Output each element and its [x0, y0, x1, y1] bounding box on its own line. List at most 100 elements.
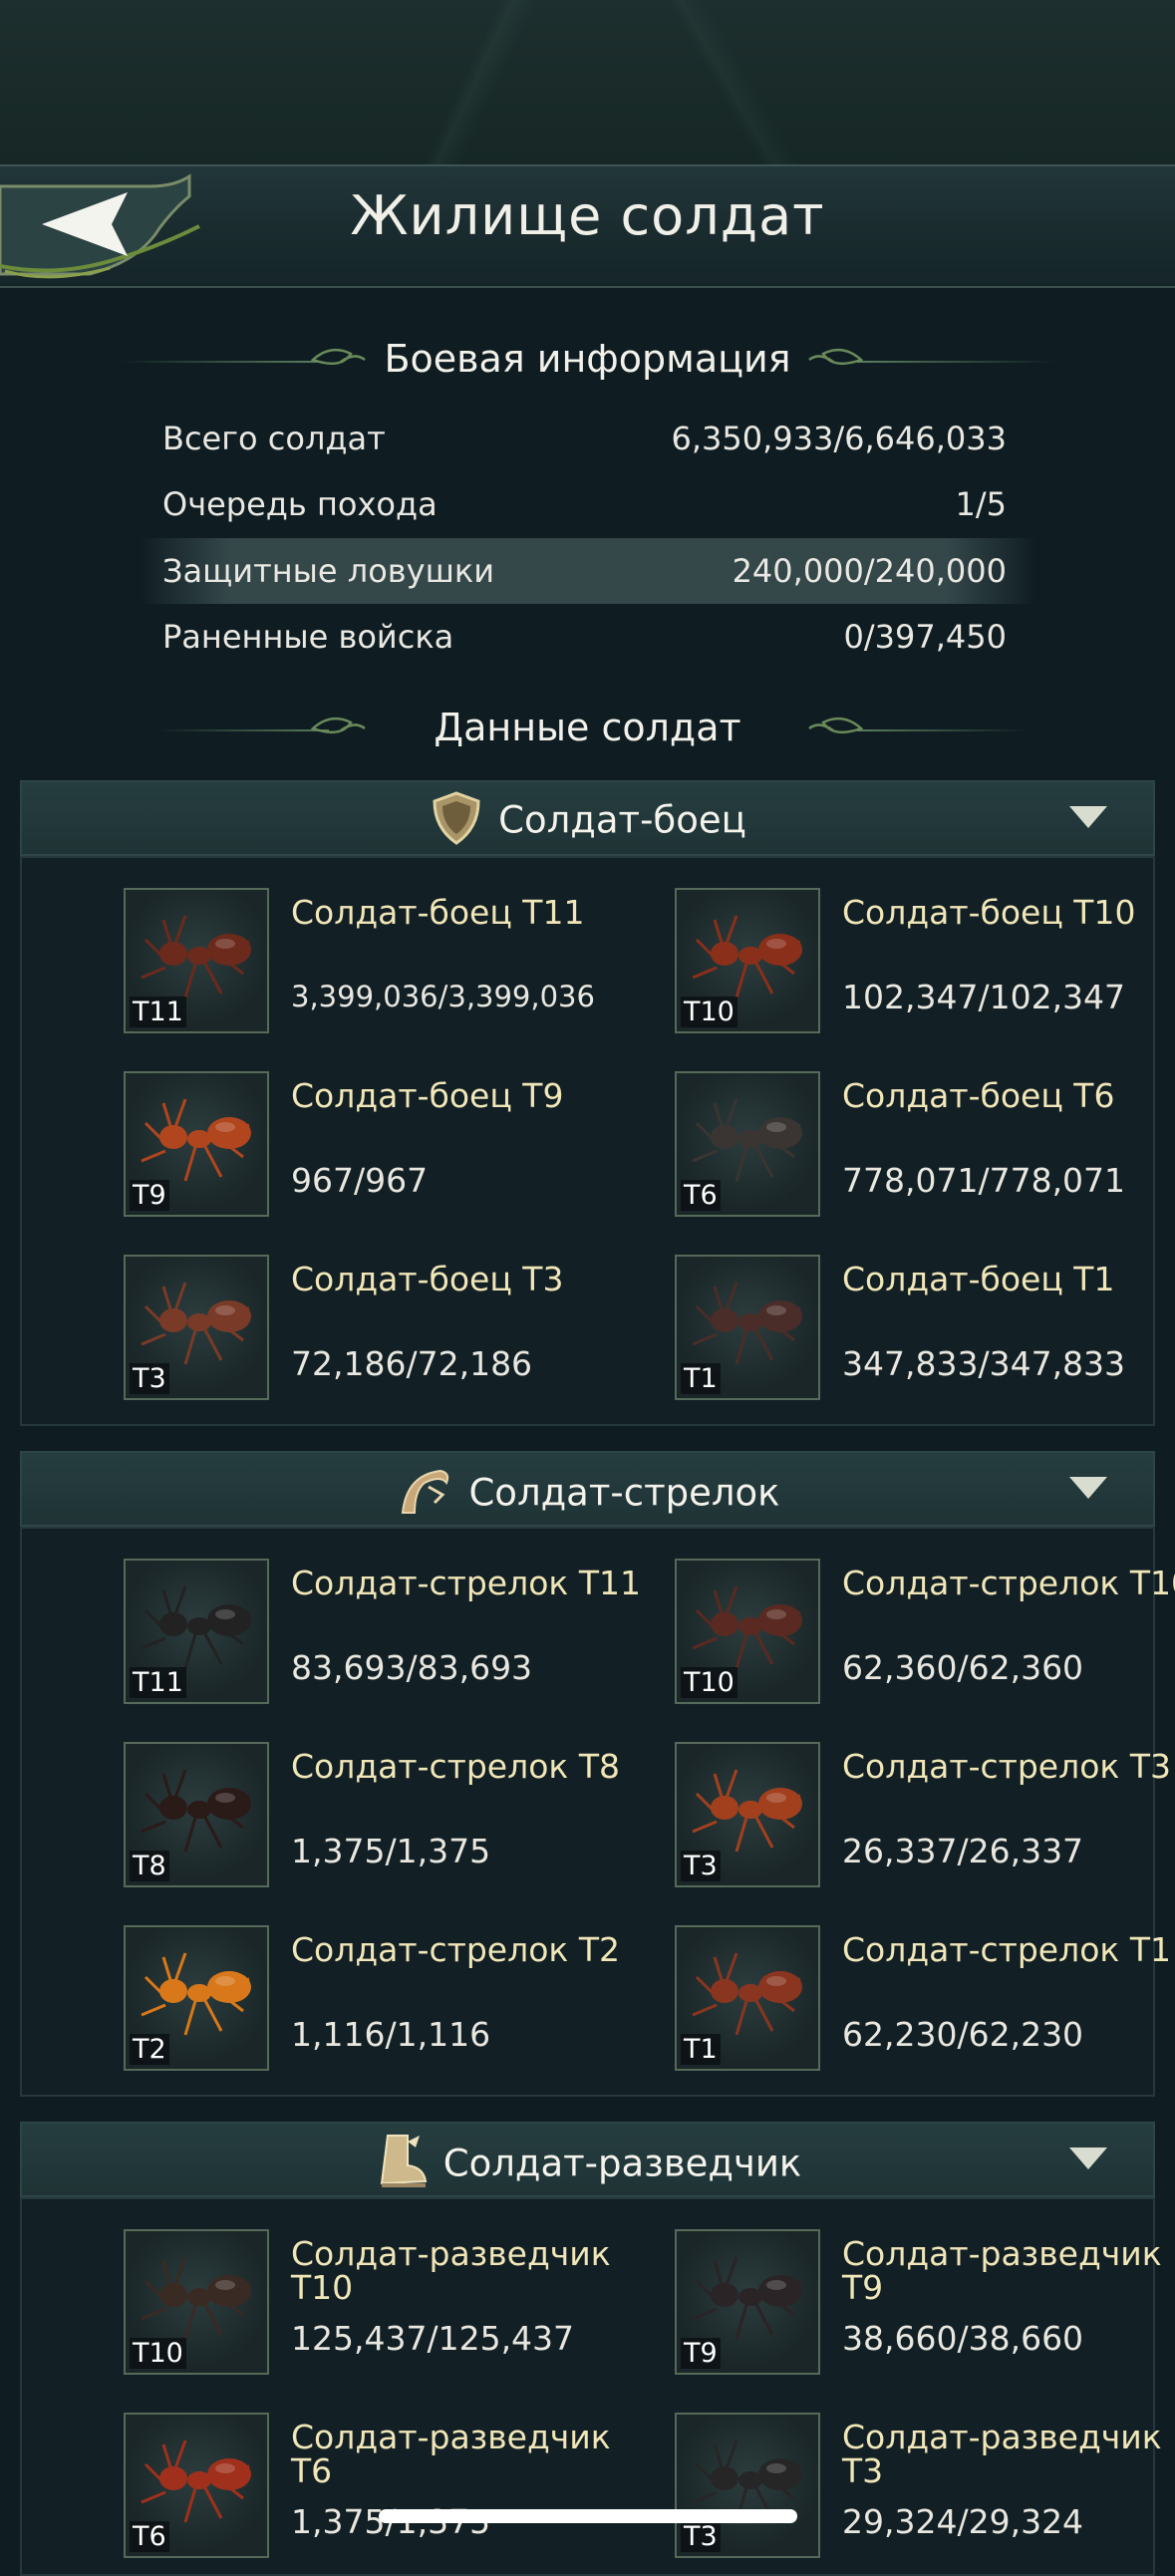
- unit-card[interactable]: T6 Солдат-боец T6 778,071/778,071: [675, 1071, 1175, 1221]
- ant-portrait-icon: T10: [675, 1559, 820, 1704]
- ant-portrait-icon: T3: [124, 1255, 269, 1400]
- unit-name: Солдат-боец T3: [291, 1260, 564, 1298]
- unit-card[interactable]: T2 Солдат-стрелок T2 1,116/1,116: [124, 1925, 662, 2075]
- ant-portrait-icon: T11: [124, 888, 269, 1033]
- unit-card[interactable]: T1 Солдат-боец T1 347,833/347,833: [675, 1255, 1175, 1404]
- ant-portrait-icon: T10: [675, 888, 820, 1033]
- category-title: Солдат-стрелок: [22, 1469, 1153, 1521]
- tier-label: T10: [130, 2338, 186, 2369]
- info-value: 240,000/240,000: [732, 552, 1007, 590]
- leaf-ornament-icon: [808, 716, 863, 734]
- info-value: 1/5: [955, 485, 1008, 523]
- ant-portrait-icon: T9: [675, 2229, 820, 2375]
- unit-count: 102,347/102,347: [842, 978, 1126, 1016]
- unit-count: 125,437/125,437: [291, 2319, 575, 2358]
- unit-card[interactable]: T6Солдат-разведчик T61,375/1,375: [124, 2413, 662, 2562]
- unit-card[interactable]: T11 Солдат-стрелок T11 83,693/83,693: [124, 1559, 662, 1708]
- tier-label: T2: [130, 2034, 169, 2065]
- top-background: [0, 0, 1175, 164]
- unit-count: 72,186/72,186: [291, 1344, 533, 1383]
- info-row-total-soldiers: Всего солдат 6,350,933/6,646,033: [140, 406, 1036, 471]
- category-header-fighter[interactable]: Солдат-боец: [20, 780, 1155, 856]
- unit-card[interactable]: T11 Солдат-боец T11 3,399,036/3,399,036: [124, 888, 662, 1037]
- info-label: Всего солдат: [162, 420, 386, 457]
- category-title: Солдат-боец: [22, 791, 1153, 846]
- soldier-data-heading: Данные солдат: [434, 706, 741, 749]
- unit-name: Солдат-стрелок T3: [842, 1747, 1171, 1786]
- tier-label: T10: [681, 1667, 737, 1698]
- info-value: 0/397,450: [843, 618, 1007, 656]
- category-header-archer[interactable]: Солдат-стрелок: [20, 1451, 1155, 1527]
- ant-portrait-icon: T3: [675, 1742, 820, 1887]
- chevron-down-icon[interactable]: [1069, 2147, 1107, 2169]
- unit-name: Солдат-разведчик T10: [291, 2234, 611, 2307]
- category-title-text: Солдат-стрелок: [468, 1471, 780, 1515]
- info-label: Раненные войска: [162, 618, 454, 656]
- info-row-wounded-troops: Раненные войска 0/397,450: [140, 604, 1036, 670]
- chevron-down-icon[interactable]: [1069, 1477, 1107, 1499]
- category-title-text: Солдат-разведчик: [442, 2142, 802, 2185]
- unit-name: Солдат-разведчик T3: [842, 2418, 1162, 2490]
- tier-label: T9: [681, 2338, 721, 2369]
- ant-portrait-icon: T2: [124, 1925, 269, 2071]
- ant-portrait-icon: T10: [124, 2229, 269, 2375]
- tier-label: T6: [130, 2521, 169, 2552]
- tier-label: T10: [681, 997, 737, 1027]
- unit-name: Солдат-стрелок T11: [291, 1564, 641, 1602]
- chevron-down-icon[interactable]: [1069, 806, 1107, 828]
- unit-card[interactable]: T3 Солдат-боец T3 72,186/72,186: [124, 1255, 662, 1404]
- unit-card[interactable]: T10 Солдат-боец T10 102,347/102,347: [675, 888, 1175, 1037]
- tier-label: T3: [681, 1851, 721, 1881]
- tier-label: T11: [130, 997, 186, 1027]
- ant-portrait-icon: T1: [675, 1255, 820, 1400]
- ant-portrait-icon: T6: [675, 1071, 820, 1217]
- battle-info-heading: Боевая информация: [384, 337, 791, 381]
- unit-count: 1,116/1,116: [291, 2015, 491, 2054]
- bow-icon: [402, 1469, 449, 1514]
- unit-card[interactable]: T10 Солдат-стрелок T10 62,360/62,360: [675, 1559, 1175, 1708]
- shield-icon: [433, 791, 480, 845]
- unit-count: 38,660/38,660: [842, 2319, 1084, 2358]
- unit-count: 1,375/1,375: [291, 1832, 491, 1870]
- home-indicator[interactable]: [379, 2509, 797, 2523]
- unit-count: 967/967: [291, 1161, 429, 1200]
- info-label: Очередь похода: [162, 485, 438, 523]
- unit-card[interactable]: T3 Солдат-разведчик T3 29,324/29,324: [675, 2413, 1175, 2562]
- tier-label: T6: [681, 1180, 721, 1211]
- tier-label: T3: [681, 2521, 721, 2552]
- category-header-scout[interactable]: Солдат-разведчик: [20, 2122, 1155, 2197]
- info-value: 6,350,933/6,646,033: [671, 420, 1008, 457]
- boot-icon: [380, 2135, 427, 2187]
- info-label: Защитные ловушки: [162, 552, 494, 590]
- ant-portrait-icon: T11: [124, 1559, 269, 1704]
- ant-portrait-icon: T9: [124, 1071, 269, 1217]
- unit-card[interactable]: T9 Солдат-боец T9 967/967: [124, 1071, 662, 1221]
- ant-portrait-icon: T6: [124, 2413, 269, 2558]
- unit-name: Солдат-разведчик T6: [291, 2418, 611, 2490]
- unit-name: Солдат-стрелок T10: [842, 1564, 1175, 1602]
- tier-label: T11: [130, 1667, 186, 1698]
- unit-count: 3,399,036/3,399,036: [291, 980, 595, 1013]
- unit-card[interactable]: T9 Солдат-разведчик T9 38,660/38,660: [675, 2229, 1175, 2379]
- unit-card[interactable]: T10 Солдат-разведчик T10 125,437/125,437: [124, 2229, 662, 2379]
- tier-label: T3: [130, 1363, 169, 1394]
- ant-portrait-icon: T8: [124, 1742, 269, 1887]
- unit-name: Солдат-боец T9: [291, 1076, 564, 1115]
- tier-label: T1: [681, 1363, 721, 1394]
- leaf-ornament-icon: [808, 348, 863, 366]
- unit-name: Солдат-боец T11: [291, 893, 585, 932]
- unit-card[interactable]: T8 Солдат-стрелок T8 1,375/1,375: [124, 1742, 662, 1891]
- unit-card[interactable]: T1 Солдат-стрелок T1 62,230/62,230: [675, 1925, 1175, 2075]
- unit-count: 778,071/778,071: [842, 1161, 1126, 1200]
- unit-name: Солдат-стрелок T8: [291, 1747, 620, 1786]
- unit-card[interactable]: T3 Солдат-стрелок T3 26,337/26,337: [675, 1742, 1175, 1891]
- info-row-defense-traps: Защитные ловушки 240,000/240,000: [140, 538, 1036, 604]
- unit-count: 347,833/347,833: [842, 1344, 1126, 1383]
- tier-label: T1: [681, 2034, 721, 2065]
- unit-count: 62,360/62,360: [842, 1648, 1084, 1687]
- divider-line: [857, 729, 1027, 731]
- unit-name: Солдат-боец T6: [842, 1076, 1115, 1115]
- unit-name: Солдат-боец T10: [842, 893, 1136, 932]
- category-title-text: Солдат-боец: [498, 798, 746, 842]
- ant-portrait-icon: T3: [675, 2413, 820, 2558]
